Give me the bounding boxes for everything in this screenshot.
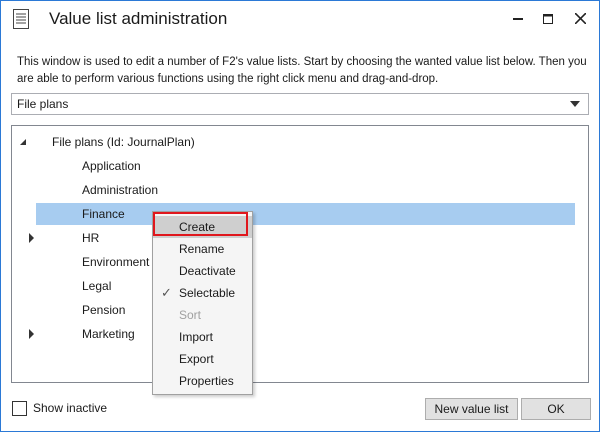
close-icon [573,12,587,27]
document-list-icon [13,9,29,29]
chevron-down-icon [570,101,580,107]
tree-item-finance[interactable]: Finance [82,203,125,225]
show-inactive-label: Show inactive [33,401,108,415]
tree-root[interactable]: File plans (Id: JournalPlan) [52,131,195,153]
show-inactive-checkbox[interactable] [12,401,27,416]
maximize-button[interactable] [533,7,563,33]
menu-item-sort: Sort [179,308,202,322]
value-list-select[interactable]: File plans [11,93,589,115]
tree-item-marketing[interactable]: Marketing [82,323,135,345]
checkmark-icon: ✓ [161,285,172,300]
maximize-icon [543,13,553,27]
expand-open-icon[interactable] [20,139,26,145]
close-button[interactable] [565,7,595,33]
menu-item-rename[interactable]: Rename [153,238,252,260]
description-text: This window is used to edit a number of … [17,56,587,85]
title-bar[interactable]: Value list administration [1,1,599,39]
tree-item-hr[interactable]: HR [82,227,99,249]
minimize-icon [513,13,523,27]
value-tree[interactable]: File plans (Id: JournalPlan) Application… [11,125,589,383]
expand-closed-icon[interactable] [29,329,34,339]
menu-item-deactivate[interactable]: Deactivate [153,260,252,282]
new-value-list-button[interactable]: New value list [425,398,518,420]
highlight-annotation-box [153,212,248,236]
ok-button[interactable]: OK [521,398,591,420]
context-menu: Create Rename Deactivate ✓ Selectable So… [152,211,253,395]
tree-item-application[interactable]: Application [82,155,141,177]
menu-item-import[interactable]: Import [153,326,252,348]
menu-item-selectable[interactable]: ✓ Selectable [153,282,252,304]
value-list-selected: File plans [17,97,69,111]
tree-item-environment[interactable]: Environment [82,251,149,273]
tree-item-administration[interactable]: Administration [82,179,158,201]
expand-closed-icon[interactable] [29,233,34,243]
window-title: Value list administration [49,9,228,28]
minimize-button[interactable] [503,7,533,33]
dialog-window: Value list administration This window is… [0,0,600,432]
tree-item-pension[interactable]: Pension [82,299,125,321]
menu-item-export[interactable]: Export [153,348,252,370]
tree-item-legal[interactable]: Legal [82,275,111,297]
menu-item-properties[interactable]: Properties [153,370,252,392]
